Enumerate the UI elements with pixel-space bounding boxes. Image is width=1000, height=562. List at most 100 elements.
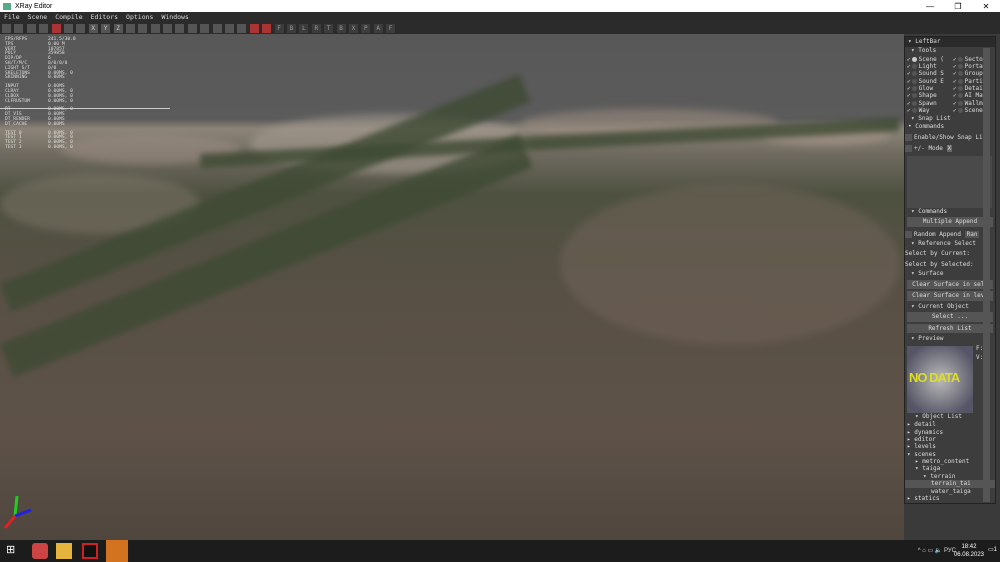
check-icon[interactable]: ✔ — [907, 85, 911, 92]
move-red-icon[interactable] — [51, 23, 61, 33]
tool-0[interactable]: ✔ Scene ( — [907, 56, 953, 63]
view-button-t[interactable]: T — [324, 23, 334, 33]
check-icon[interactable]: ✔ — [907, 107, 911, 114]
checkbox[interactable] — [905, 144, 912, 152]
tree-item[interactable]: water_taiga — [905, 488, 995, 495]
maximize-button[interactable]: ❐ — [944, 2, 972, 11]
grid-icon[interactable] — [163, 23, 173, 33]
clear-surface-selected-button[interactable]: Clear Surface in sele — [907, 279, 993, 290]
check-icon[interactable]: ✔ — [953, 85, 957, 92]
obj4-icon[interactable] — [212, 23, 222, 33]
lock-icon[interactable] — [125, 23, 135, 33]
radio-icon[interactable] — [911, 63, 917, 69]
tree-item[interactable]: ▸ editor — [905, 436, 995, 443]
notification-icon[interactable]: ▭1 — [988, 546, 997, 553]
check-icon[interactable]: ✔ — [953, 78, 957, 85]
checkbox[interactable] — [905, 230, 912, 238]
multiple-append-button[interactable]: Multiple Append — [907, 217, 993, 227]
scale-icon[interactable] — [76, 23, 86, 33]
tree-item[interactable]: ▾ scenes — [905, 451, 995, 458]
tools-section[interactable]: ▾ Tools — [905, 47, 995, 56]
radio-icon[interactable] — [911, 71, 917, 77]
y-icon[interactable]: y — [101, 23, 111, 33]
check-icon[interactable]: ✔ — [953, 92, 957, 99]
select-icon[interactable] — [26, 23, 36, 33]
arrow-left-icon[interactable] — [2, 23, 11, 33]
radio-icon[interactable] — [957, 63, 963, 69]
current-object-section[interactable]: ▾ Current Object — [905, 303, 995, 312]
random-button[interactable]: Ran — [964, 230, 980, 238]
app-icon-1[interactable] — [32, 543, 48, 559]
menu-options[interactable]: Options — [126, 13, 153, 21]
tree-item[interactable]: terrain_tai — [905, 480, 995, 488]
commands2-section[interactable]: ▾ Commands — [905, 208, 995, 217]
panel-scrollbar[interactable] — [983, 48, 990, 502]
rotate-icon[interactable] — [63, 23, 73, 33]
radio-icon[interactable] — [957, 71, 963, 77]
tool-8[interactable]: ✔ Glow — [907, 85, 953, 92]
menu-compile[interactable]: Compile — [55, 13, 82, 21]
clear-surface-level-button[interactable]: Clear Surface in leve — [907, 291, 993, 301]
tree-item[interactable]: ▸ statics — [905, 495, 995, 502]
mode-x-button[interactable]: X — [946, 144, 953, 152]
snap-list-box[interactable] — [907, 155, 992, 208]
check-icon[interactable]: ✔ — [953, 100, 957, 107]
tool-4[interactable]: ✔ Sound S — [907, 70, 953, 77]
radio-icon[interactable] — [911, 56, 917, 62]
tree-item[interactable]: ▸ detail — [905, 421, 995, 428]
snap-icon[interactable] — [150, 23, 160, 33]
panel-header[interactable]: ▾ LeftBar — [905, 37, 995, 47]
tree-item[interactable]: ▾ terrain — [905, 473, 995, 480]
refresh-list-button[interactable]: Refresh List — [907, 323, 993, 334]
radio-icon[interactable] — [957, 56, 963, 62]
tree-item[interactable]: ▸ metro_content — [905, 458, 995, 465]
check-icon[interactable]: ✔ — [953, 70, 957, 77]
radio-icon[interactable] — [957, 108, 963, 114]
radio-icon[interactable] — [911, 93, 917, 99]
clock[interactable]: 18:42 06.08.2023 — [954, 543, 984, 559]
radio-icon[interactable] — [957, 86, 963, 92]
check-icon[interactable]: ✔ — [907, 100, 911, 107]
tree-item[interactable]: ▸ levels — [905, 443, 995, 450]
small-icon[interactable] — [39, 23, 49, 33]
snap-red2-icon[interactable] — [262, 23, 272, 33]
check-icon[interactable]: ✔ — [953, 63, 957, 70]
check-icon[interactable]: ✔ — [953, 56, 957, 63]
commands-section[interactable]: • Commands — [905, 123, 995, 132]
check-icon[interactable]: ✔ — [907, 56, 911, 63]
view-button-x[interactable]: X — [348, 23, 358, 33]
view-button-f[interactable]: F — [386, 23, 396, 33]
tool-6[interactable]: ✔ Sound E — [907, 78, 953, 85]
radio-icon[interactable] — [957, 100, 963, 106]
radio-icon[interactable] — [911, 78, 917, 84]
view-button-b[interactable]: B — [336, 23, 346, 33]
arrow-right-icon[interactable] — [14, 23, 24, 33]
menu-scene[interactable]: Scene — [28, 13, 48, 21]
tool-14[interactable]: ✔ Way — [907, 107, 953, 114]
check-icon[interactable]: ✔ — [907, 92, 911, 99]
snap-red1-icon[interactable] — [249, 23, 259, 33]
view-button-p[interactable]: P — [361, 23, 371, 33]
3d-viewport[interactable] — [0, 34, 904, 540]
tool-10[interactable]: ✔ Shape — [907, 92, 953, 99]
obj1-icon[interactable] — [175, 23, 185, 33]
start-button[interactable]: ⊞ — [6, 545, 17, 556]
view-button-a[interactable]: A — [373, 23, 383, 33]
object-list-section[interactable]: ▾ Object List — [905, 413, 995, 422]
radio-icon[interactable] — [911, 86, 917, 92]
obj5-icon[interactable] — [225, 23, 235, 33]
radio-icon[interactable] — [911, 100, 917, 106]
view-button-b[interactable]: B — [286, 23, 296, 33]
tool-2[interactable]: ✔ Light — [907, 63, 953, 70]
close-button[interactable]: ✕ — [972, 2, 1000, 11]
preview-section[interactable]: ▾ Preview — [905, 335, 995, 344]
tool-12[interactable]: ✔ Spawn — [907, 100, 953, 107]
obj2-icon[interactable] — [187, 23, 197, 33]
reference-select-section[interactable]: ▾ Reference Select — [905, 240, 995, 249]
menu-editors[interactable]: Editors — [91, 13, 118, 21]
check-icon[interactable]: ✔ — [953, 107, 957, 114]
menu-windows[interactable]: Windows — [161, 13, 188, 21]
surface-section[interactable]: ▾ Surface — [905, 270, 995, 279]
select-by-selected[interactable]: Select by Selected: — [905, 259, 995, 270]
view-button-r[interactable]: R — [311, 23, 321, 33]
